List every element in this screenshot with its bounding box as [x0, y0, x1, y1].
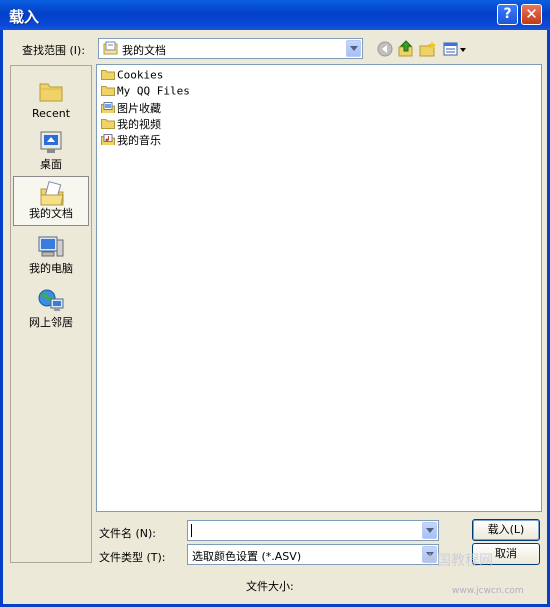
back-icon[interactable] [376, 40, 394, 58]
network-icon [38, 289, 64, 311]
filetype-label: 文件类型 (T): [99, 551, 166, 564]
chevron-down-icon[interactable] [346, 40, 361, 57]
file-name: Cookies [117, 68, 164, 82]
new-folder-icon[interactable] [419, 40, 437, 58]
desktop-icon [40, 131, 62, 153]
list-item[interactable]: My QQ Files [101, 84, 190, 100]
filetype-value: 选取颜色设置 (*.ASV) [192, 550, 302, 563]
place-label: 我的电脑 [29, 262, 73, 275]
list-item[interactable]: 我的视频 [101, 116, 161, 132]
place-my-computer[interactable]: 我的电脑 [13, 230, 89, 280]
my-documents-small-icon [103, 41, 118, 55]
place-desktop[interactable]: 桌面 [13, 126, 89, 176]
list-item[interactable]: 我的音乐 [101, 132, 161, 148]
folder-icon [101, 85, 115, 96]
view-menu-icon[interactable] [443, 40, 469, 58]
up-folder-icon[interactable] [397, 40, 415, 58]
file-name: 图片收藏 [117, 102, 161, 115]
text-cursor [191, 524, 192, 537]
window-title: 载入 [9, 8, 40, 26]
recent-folder-icon [39, 83, 63, 102]
my-documents-icon [40, 181, 64, 206]
file-name: 我的视频 [117, 118, 161, 131]
help-button[interactable]: ? [497, 4, 518, 25]
filesize-label: 文件大小: [246, 580, 294, 593]
watermark-text: 中国教程网 [423, 553, 493, 569]
place-label: 桌面 [40, 158, 62, 171]
place-label: Recent [31, 107, 71, 120]
place-label: 网上邻居 [29, 316, 73, 329]
file-name: My QQ Files [117, 84, 190, 98]
place-network[interactable]: 网上邻居 [13, 284, 89, 334]
close-button[interactable]: ✕ [521, 4, 542, 25]
filename-label: 文件名 (N): [99, 527, 157, 540]
lookin-dropdown[interactable]: 我的文档 [98, 38, 363, 59]
my-computer-icon [38, 236, 64, 257]
place-label: 我的文档 [29, 207, 73, 220]
filetype-dropdown[interactable]: 选取颜色设置 (*.ASV) [187, 544, 439, 565]
folder-icon [101, 118, 115, 129]
place-recent[interactable]: Recent [13, 74, 89, 124]
list-item[interactable]: 图片收藏 [101, 100, 161, 116]
title-bar[interactable]: 载入 ? ✕ [0, 0, 550, 30]
chevron-down-icon[interactable] [422, 522, 437, 539]
load-button[interactable]: 载入(L) [472, 519, 540, 541]
place-my-documents[interactable]: 我的文档 [13, 176, 89, 226]
filename-input[interactable] [187, 520, 439, 541]
folder-icon [101, 69, 115, 80]
lookin-label: 查找范围 (I): [22, 44, 86, 57]
file-name: 我的音乐 [117, 134, 161, 147]
list-item[interactable]: Cookies [101, 68, 163, 84]
places-bar: Recent 桌面 我的文档 我的电脑 网上邻居 [10, 65, 92, 563]
music-folder-icon [101, 133, 115, 145]
watermark-url: www.jcwcn.com [452, 586, 524, 596]
file-list[interactable]: Cookies My QQ Files 图片收藏 我的视频 我的音乐 [96, 64, 542, 512]
lookin-value: 我的文档 [122, 44, 166, 57]
pictures-folder-icon [101, 101, 115, 113]
